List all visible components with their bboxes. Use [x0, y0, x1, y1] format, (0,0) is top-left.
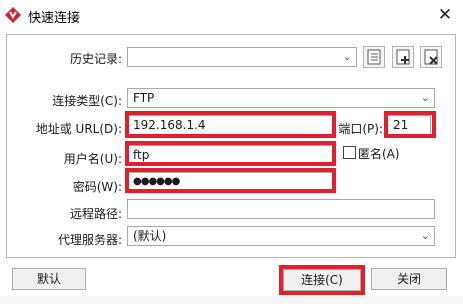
username-label: 用户名(U):: [63, 152, 122, 166]
close-icon[interactable]: ✕: [434, 4, 456, 26]
anonymous-label: 匿名(A): [358, 147, 400, 161]
history-select[interactable]: ⌄: [127, 47, 357, 67]
host-label: 地址或 URL(D):: [35, 122, 122, 136]
connection-type-label: 连接类型(C):: [52, 94, 122, 108]
address-book-icon[interactable]: [363, 46, 385, 68]
window-title: 快速连接: [28, 11, 81, 26]
remote-path-label: 远程路径:: [69, 207, 122, 221]
port-highlight: [384, 111, 436, 138]
close-button[interactable]: 关闭: [371, 268, 447, 290]
history-label: 历史记录:: [69, 52, 122, 66]
status-strip: [0, 296, 463, 304]
delete-history-icon[interactable]: [420, 46, 442, 68]
host-highlight: [125, 111, 336, 138]
anonymous-checkbox[interactable]: [343, 146, 356, 159]
remote-path-input[interactable]: [127, 199, 435, 219]
add-bookmark-icon[interactable]: [392, 46, 414, 68]
app-logo-icon: [5, 7, 21, 23]
password-label: 密码(W):: [72, 180, 122, 194]
proxy-select[interactable]: (默认) ⌄: [127, 226, 435, 246]
port-label: 端口(P):: [338, 122, 383, 136]
password-highlight: [125, 168, 336, 193]
proxy-label: 代理服务器:: [57, 233, 122, 247]
title-bar: 快速连接 ✕: [0, 0, 463, 30]
username-highlight: [125, 141, 336, 166]
connect-highlight: [279, 265, 365, 295]
connection-type-select[interactable]: FTP ⌄: [127, 88, 435, 108]
default-button[interactable]: 默认: [12, 268, 86, 290]
